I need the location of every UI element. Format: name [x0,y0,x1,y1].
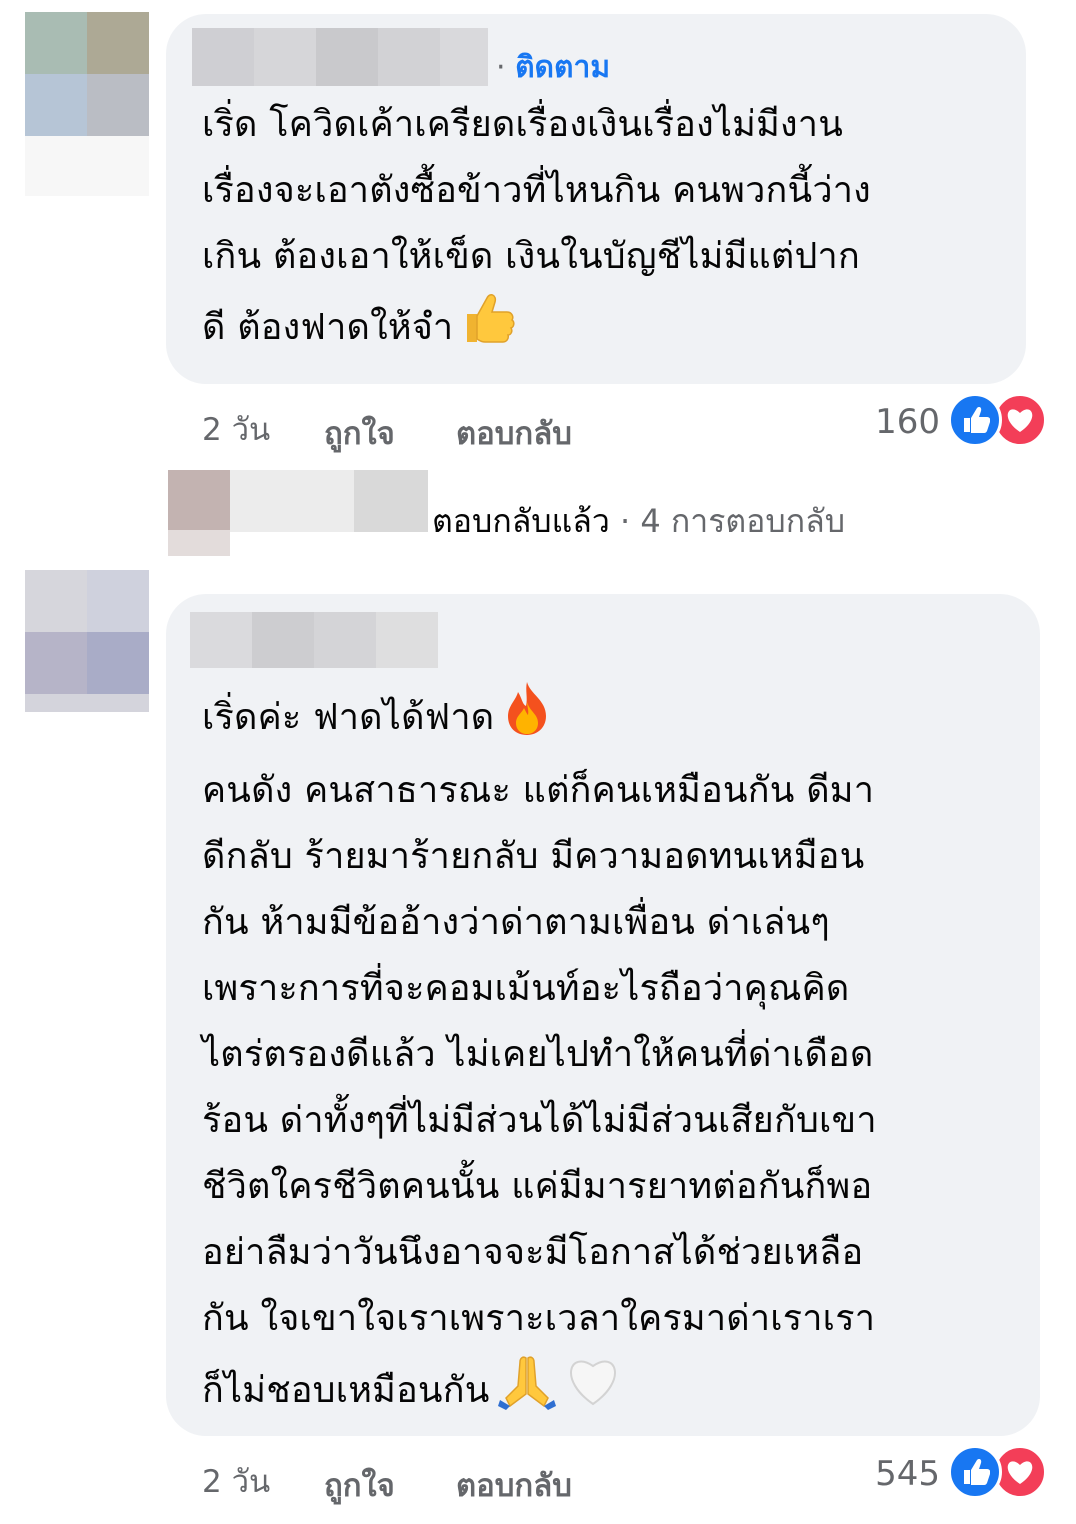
comment-first-line: เริ่ดค่ะ ฟาดได้ฟาด [202,680,877,758]
comment-line: เริ่ด โควิดเค้าเครียดเรื่องเงินเรื่องไม่… [202,104,844,145]
comment-line-last: ดี ต้องฟาดให้จำ [202,290,871,368]
replier-name-blurred[interactable] [230,470,428,532]
replier-avatar-blurred[interactable] [168,470,230,556]
thumbs-up-emoji-icon [459,290,517,368]
like-action-wrap: ถูกใจ [324,1460,395,1510]
comment-line: เพราะการที่จะคอมเม้นท์อะไรถือว่าคุณคิด [202,968,850,1009]
comment-line: เกิน ต้องเอาให้เข็ด เงินในบัญชีไม่มีแต่ป… [202,236,860,277]
like-action[interactable]: ถูกใจ [324,1468,395,1504]
avatar[interactable] [25,570,149,694]
comment-line: ดีกลับ ร้ายมาร้ายกลับ มีความอดทนเหมือน [202,836,865,877]
commenter-name-blurred[interactable] [190,612,438,668]
like-action-wrap: ถูกใจ [324,408,395,458]
comment-line: อย่าลืมว่าวันนึงอาจจะมีโอกาสได้ช่วยเหลือ [202,1232,864,1273]
avatar[interactable] [25,12,149,136]
like-action[interactable]: ถูกใจ [324,416,395,452]
comment-line-last: ก็ไม่ชอบเหมือนกัน [202,1352,877,1432]
reply-action[interactable]: ตอบกลับ [456,1468,572,1504]
comment-line: ไตร่ตรองดีแล้ว ไม่เคยไปทำให้คนที่ด่าเดือ… [202,1034,874,1075]
fire-emoji-icon [500,680,554,758]
reaction-count[interactable]: 160 [860,402,940,442]
comment-text: เริ่ด โควิดเค้าเครียดเรื่องเงินเรื่องไม่… [202,92,871,368]
reply-action-wrap: ตอบกลับ [456,408,572,458]
reply-count-label: 4 การตอบกลับ [640,502,845,540]
reply-action-wrap: ตอบกลับ [456,1460,572,1510]
comment-meta: 2 วัน [202,404,270,454]
like-reaction-icon [948,393,1002,447]
comment-meta: 2 วัน [202,1456,270,1506]
follow-link[interactable]: · ติดตาม [496,44,610,91]
like-reaction-icon [948,1445,1002,1499]
comment-text: เริ่ดค่ะ ฟาดได้ฟาด คนดัง คนสาธารณะ แต่ก็… [202,680,877,1432]
comment-line: ร้อน ด่าทั้งๆที่ไม่มีส่วนได้ไม่มีส่วนเสี… [202,1100,877,1141]
comment-line: กัน ห้ามมีข้ออ้างว่าด่าตามเพื่อน ด่าเล่น… [202,902,830,943]
dot-separator: · [496,50,516,85]
white-heart-emoji-icon [564,1354,622,1430]
avatar-fade [25,694,149,712]
folded-hands-emoji-icon [496,1352,558,1432]
dot-separator: · [609,502,641,540]
comment-line: คนดัง คนสาธารณะ แต่ก็คนเหมือนกัน ดีมา [202,770,875,811]
view-replies-link[interactable]: ตอบกลับแล้ว · 4 การตอบกลับ [432,496,845,547]
replied-label: ตอบกลับแล้ว [432,502,610,540]
avatar-fade [25,136,149,196]
commenter-name-blurred[interactable] [192,28,488,86]
comment-line: เรื่องจะเอาตังซื้อข้าวที่ไหนกิน คนพวกนี้… [202,170,871,211]
reply-action[interactable]: ตอบกลับ [456,416,572,452]
reaction-count[interactable]: 545 [850,1454,940,1494]
comment-line: กัน ใจเขาใจเราเพราะเวลาใครมาด่าเราเรา [202,1298,876,1339]
timestamp[interactable]: 2 วัน [202,1464,270,1500]
timestamp[interactable]: 2 วัน [202,412,270,448]
comment-line: ชีวิตใครชีวิตคนนั้น แค่มีมารยาทต่อกันก็พ… [202,1166,873,1207]
